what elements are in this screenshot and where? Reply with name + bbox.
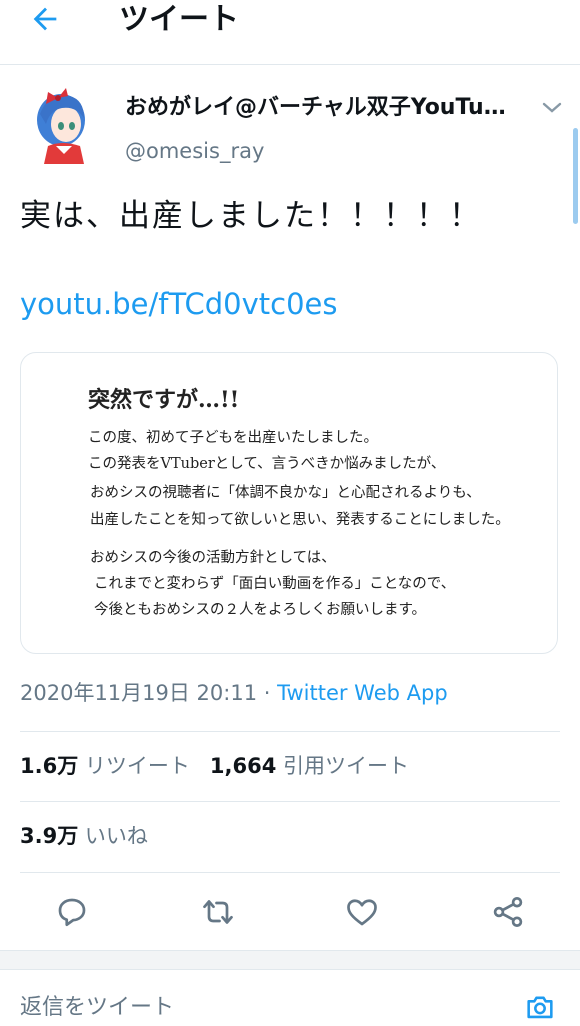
retweet-count: 1.6万	[20, 754, 79, 778]
tweet-text: 実は、出産しました！！！！！	[20, 198, 482, 234]
meta-separator: ·	[257, 681, 278, 705]
timestamp[interactable]: 2020年11月19日 20:11	[20, 681, 257, 705]
retweet-stats: 1.6万 リツイート 1,664 引用ツイート	[20, 749, 409, 783]
chevron-down-icon[interactable]	[540, 98, 564, 118]
note-line: この発表をVTuberとして、言うべきか悩みましたが、	[88, 456, 446, 472]
retweet-label: リツイート	[84, 754, 190, 778]
reply-input[interactable]: 返信をツイート	[20, 990, 174, 1026]
section-gap	[0, 951, 580, 969]
retweets-link[interactable]: 1.6万 リツイート	[20, 754, 190, 778]
divider	[20, 731, 560, 732]
retweet-icon[interactable]	[200, 894, 236, 930]
note-line: 出産したことを知って欲しいと思い、発表することにしました。	[90, 512, 510, 528]
divider	[0, 969, 580, 970]
like-label: いいね	[84, 824, 148, 848]
author-name[interactable]: おめがレイ@バーチャル双子YouTu…	[125, 92, 535, 124]
note-line: これまでと変わらず「面白い動画を作る」ことなので、	[94, 576, 456, 592]
source-app-link[interactable]: Twitter Web App	[277, 681, 448, 705]
note-line: 今後ともおめシスの２人をよろしくお願いします。	[94, 602, 427, 618]
share-icon[interactable]	[490, 894, 526, 930]
author-handle[interactable]: @omesis_ray	[125, 136, 264, 166]
page-title: ツイート	[119, 2, 239, 37]
tweet-meta: 2020年11月19日 20:11 · Twitter Web App	[20, 676, 448, 710]
likes-link[interactable]: 3.9万 いいね	[20, 819, 148, 853]
note-heading: 突然ですが…!!	[88, 387, 240, 413]
avatar[interactable]	[26, 84, 96, 164]
like-count: 3.9万	[20, 824, 79, 848]
quote-label: 引用ツイート	[283, 754, 410, 778]
quotes-link[interactable]: 1,664 引用ツイート	[210, 754, 409, 778]
divider	[20, 801, 560, 802]
top-bar: ツイート	[0, 0, 580, 42]
note-line: この度、初めて子どもを出産いたしました。	[88, 430, 378, 446]
reply-icon[interactable]	[54, 894, 90, 930]
note-line: おめシスの今後の活動方針としては、	[90, 550, 336, 566]
back-arrow-icon[interactable]	[28, 2, 62, 36]
header-divider	[0, 64, 580, 65]
tweet-link[interactable]: youtu.be/fTCd0vtc0es	[20, 282, 338, 326]
camera-icon[interactable]	[522, 990, 558, 1024]
note-line: おめシスの視聴者に「体調不良かな」と心配されるよりも、	[90, 485, 481, 501]
quote-count: 1,664	[209, 754, 277, 778]
divider	[20, 872, 560, 873]
scrollbar-thumb[interactable]	[573, 128, 578, 224]
like-icon[interactable]	[344, 894, 380, 930]
